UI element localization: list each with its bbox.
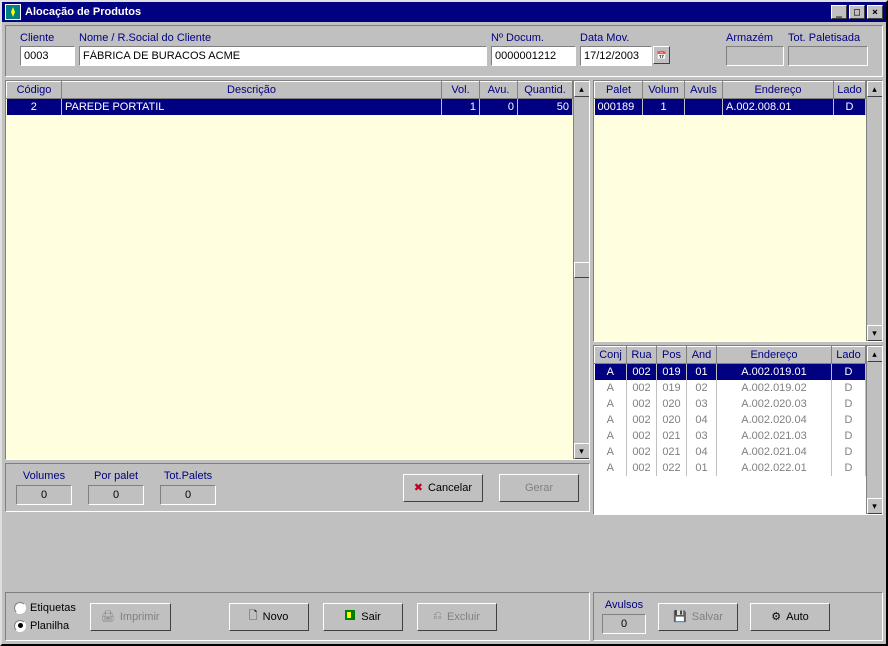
- table-row[interactable]: A00201901A.002.019.01D: [595, 364, 866, 381]
- salvar-button[interactable]: 💾 Salvar: [658, 603, 738, 631]
- scroll-up-icon[interactable]: ▴: [867, 81, 883, 97]
- scroll-up-icon[interactable]: ▴: [574, 81, 590, 97]
- table-row[interactable]: A00202004A.002.020.04D: [595, 412, 866, 428]
- cancelar-button[interactable]: ✖ Cancelar: [403, 474, 483, 502]
- minimize-button[interactable]: _: [831, 5, 847, 19]
- col-quant[interactable]: Quantid.: [518, 82, 573, 99]
- value-armazem: [726, 46, 784, 66]
- sair-button[interactable]: Sair: [323, 603, 403, 631]
- close-button[interactable]: ×: [867, 5, 883, 19]
- table-row[interactable]: A00202104A.002.021.04D: [595, 444, 866, 460]
- input-nome[interactable]: [79, 46, 487, 66]
- col-and[interactable]: And: [687, 347, 717, 364]
- excluir-button[interactable]: ⎌ Excluir: [417, 603, 497, 631]
- calendar-icon: 📅: [657, 51, 667, 60]
- col-endereco[interactable]: Endereço: [723, 82, 834, 99]
- table-row[interactable]: 000189 1 A.002.008.01 D: [595, 99, 866, 116]
- col-descricao[interactable]: Descrição: [62, 82, 442, 99]
- maximize-button[interactable]: □: [849, 5, 865, 19]
- radio-planilha[interactable]: Planilha: [14, 620, 76, 632]
- label-datamov: Data Mov.: [580, 32, 670, 44]
- delete-icon: ⎌: [433, 610, 442, 623]
- radio-panel: Etiquetas Planilha 🖨 Imprimir 🗋 Novo: [5, 592, 590, 641]
- exit-icon: [344, 609, 356, 624]
- volumes-panel: Volumes 0 Por palet 0 Tot.Palets 0 ✖ Ca: [5, 463, 590, 512]
- radio-etiquetas[interactable]: Etiquetas: [14, 602, 76, 614]
- palet-grid[interactable]: Palet Volum Avuls Endereço Lado 000189 1…: [593, 80, 883, 342]
- col-lado[interactable]: Lado: [834, 82, 866, 99]
- table-row[interactable]: A00202003A.002.020.03D: [595, 396, 866, 412]
- label-avulsos: Avulsos: [605, 599, 643, 611]
- left-column: Código Descrição Vol. Avu. Quantid. 2 PA…: [5, 80, 590, 589]
- label-volumes: Volumes: [23, 470, 65, 482]
- header-row: Cliente Nome / R.Social do Cliente Nº Do…: [14, 30, 874, 72]
- col-endereco2[interactable]: Endereço: [717, 347, 832, 364]
- scroll-up-icon[interactable]: ▴: [867, 346, 883, 362]
- novo-button[interactable]: 🗋 Novo: [229, 603, 309, 631]
- col-conj[interactable]: Conj: [595, 347, 627, 364]
- app-icon: [5, 4, 21, 20]
- save-icon: 💾: [673, 610, 687, 623]
- right-column: Palet Volum Avuls Endereço Lado 000189 1…: [593, 80, 883, 589]
- col-avuls[interactable]: Avuls: [685, 82, 723, 99]
- col-codigo[interactable]: Código: [7, 82, 62, 99]
- mid-area: Código Descrição Vol. Avu. Quantid. 2 PA…: [5, 80, 883, 589]
- input-datamov[interactable]: [580, 46, 652, 66]
- label-armazem: Armazém: [726, 32, 784, 44]
- scrollbar[interactable]: ▴ ▾: [573, 81, 589, 459]
- input-docum[interactable]: [491, 46, 576, 66]
- scroll-down-icon[interactable]: ▾: [867, 325, 883, 341]
- col-rua[interactable]: Rua: [627, 347, 657, 364]
- window-title: Alocação de Produtos: [25, 6, 829, 18]
- table-row[interactable]: 2 PAREDE PORTATIL 1 0 50: [7, 99, 573, 116]
- header-panel: Cliente Nome / R.Social do Cliente Nº Do…: [5, 25, 883, 77]
- gerar-button[interactable]: Gerar: [499, 474, 579, 502]
- right-bottom-panel: Avulsos 0 💾 Salvar ⚙ Auto: [593, 592, 883, 641]
- table-row[interactable]: A00201902A.002.019.02D: [595, 380, 866, 396]
- col-vol[interactable]: Vol.: [442, 82, 480, 99]
- value-totpal: [788, 46, 868, 66]
- label-nome: Nome / R.Social do Cliente: [79, 32, 487, 44]
- window: Alocação de Produtos _ □ × Cliente Nome …: [0, 0, 888, 646]
- table-header-row: Conj Rua Pos And Endereço Lado: [595, 347, 866, 364]
- table-header-row: Código Descrição Vol. Avu. Quantid.: [7, 82, 573, 99]
- client-area: Cliente Nome / R.Social do Cliente Nº Do…: [2, 22, 886, 644]
- scroll-thumb[interactable]: [574, 262, 590, 278]
- col-pos[interactable]: Pos: [657, 347, 687, 364]
- scrollbar[interactable]: ▴ ▾: [866, 346, 882, 514]
- scroll-down-icon[interactable]: ▾: [867, 498, 883, 514]
- bottom-row: Etiquetas Planilha 🖨 Imprimir 🗋 Novo: [5, 592, 883, 641]
- value-porpalet: 0: [88, 485, 144, 505]
- label-totpalets: Tot.Palets: [164, 470, 212, 482]
- col-palet[interactable]: Palet: [595, 82, 643, 99]
- auto-icon: ⚙: [771, 610, 781, 623]
- label-totpal: Tot. Paletisada: [788, 32, 868, 44]
- scroll-down-icon[interactable]: ▾: [574, 443, 590, 459]
- cancel-icon: ✖: [414, 481, 423, 494]
- auto-button[interactable]: ⚙ Auto: [750, 603, 830, 631]
- date-picker-button[interactable]: 📅: [653, 46, 670, 64]
- radio-icon: [14, 602, 26, 614]
- titlebar: Alocação de Produtos _ □ ×: [2, 2, 886, 22]
- value-avulsos: 0: [602, 614, 646, 634]
- table-header-row: Palet Volum Avuls Endereço Lado: [595, 82, 866, 99]
- value-totpalets: 0: [160, 485, 216, 505]
- col-volum[interactable]: Volum: [643, 82, 685, 99]
- table-row[interactable]: A00202201A.002.022.01D: [595, 460, 866, 476]
- radio-icon: [14, 620, 26, 632]
- col-lado2[interactable]: Lado: [832, 347, 866, 364]
- print-icon: 🖨: [101, 610, 115, 623]
- label-cliente: Cliente: [20, 32, 75, 44]
- scrollbar[interactable]: ▴ ▾: [866, 81, 882, 341]
- address-grid[interactable]: Conj Rua Pos And Endereço Lado A00201901…: [593, 345, 883, 515]
- input-cliente[interactable]: [20, 46, 75, 66]
- imprimir-button[interactable]: 🖨 Imprimir: [90, 603, 171, 631]
- label-porpalet: Por palet: [94, 470, 138, 482]
- value-volumes: 0: [16, 485, 72, 505]
- col-avu[interactable]: Avu.: [480, 82, 518, 99]
- label-docum: Nº Docum.: [491, 32, 576, 44]
- table-row[interactable]: A00202103A.002.021.03D: [595, 428, 866, 444]
- new-icon: 🗋: [249, 607, 258, 626]
- products-grid[interactable]: Código Descrição Vol. Avu. Quantid. 2 PA…: [5, 80, 590, 460]
